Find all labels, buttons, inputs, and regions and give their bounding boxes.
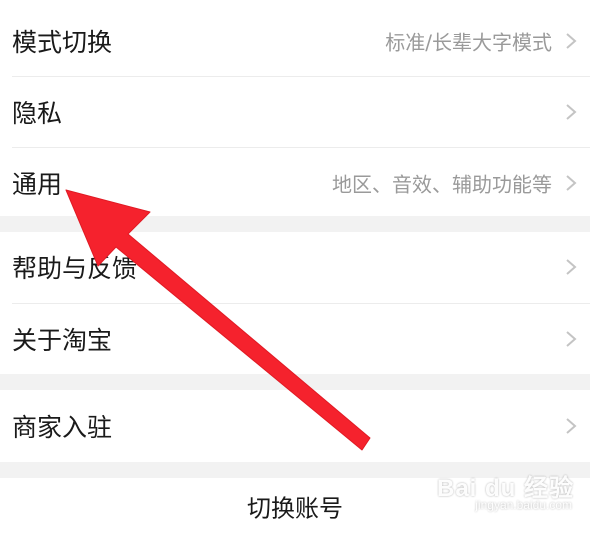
row-label: 商家入驻 xyxy=(12,413,113,442)
chevron-right-icon xyxy=(566,259,577,275)
settings-row-merchant-join[interactable]: 商家入驻 xyxy=(0,391,590,461)
row-label: 模式切换 xyxy=(12,28,113,57)
settings-row-general[interactable]: 通用 地区、音效、辅助功能等 xyxy=(0,148,590,218)
watermark-url: jingyan.baidu.com xyxy=(475,498,572,512)
row-label: 隐私 xyxy=(12,99,63,128)
settings-group-3: 商家入驻 xyxy=(0,390,590,462)
settings-row-about-taobao[interactable]: 关于淘宝 xyxy=(0,304,590,374)
settings-group-1: 模式切换 标准/长辈大字模式 隐私 通用 地区、音效、辅助功能等 xyxy=(0,0,590,216)
settings-row-help-feedback[interactable]: 帮助与反馈 xyxy=(0,232,590,302)
settings-row-mode-switch[interactable]: 模式切换 标准/长辈大字模式 xyxy=(0,6,590,76)
row-label: 帮助与反馈 xyxy=(12,254,138,283)
chevron-right-icon xyxy=(566,331,577,347)
row-value: 标准/长辈大字模式 xyxy=(385,30,552,55)
baidu-jingyan-watermark: Bai du 经验 jingyan.baidu.com xyxy=(426,462,576,522)
row-label: 通用 xyxy=(12,170,63,199)
chevron-right-icon xyxy=(566,104,577,120)
chevron-right-icon xyxy=(566,33,577,49)
chevron-right-icon xyxy=(566,175,577,191)
settings-group-2: 帮助与反馈 关于淘宝 xyxy=(0,232,590,374)
chevron-right-icon xyxy=(566,418,577,434)
row-value: 地区、音效、辅助功能等 xyxy=(332,172,552,197)
settings-row-privacy[interactable]: 隐私 xyxy=(0,77,590,147)
row-label: 关于淘宝 xyxy=(12,326,113,355)
